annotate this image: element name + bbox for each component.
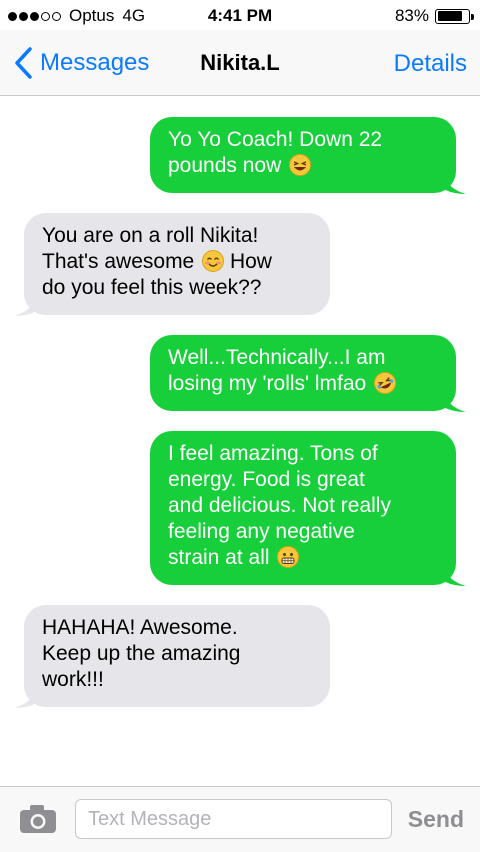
message-line: Keep up the amazing: [42, 642, 241, 665]
camera-button[interactable]: [18, 803, 58, 835]
message-line: HAHAHA! Awesome.: [42, 616, 238, 639]
message-line: That's awesome How: [42, 249, 312, 275]
back-button-label: Messages: [40, 49, 150, 76]
carrier-name: Optus: [69, 6, 115, 25]
signal-dot: [52, 11, 61, 21]
bubble-tail: [14, 290, 38, 316]
smiling-face-emoji: [202, 250, 225, 272]
message-thread[interactable]: Yo Yo Coach! Down 22 pounds now You are …: [0, 96, 480, 786]
signal-dot: [41, 11, 50, 21]
battery-tip: [471, 13, 474, 20]
outgoing-message-bubble[interactable]: Well...Technically...I am losing my 'rol…: [150, 335, 466, 412]
message-line: You are on a roll Nikita!: [42, 224, 259, 247]
send-button[interactable]: Send: [408, 806, 464, 833]
camera-icon: [20, 805, 56, 833]
message-line-text: strain at all: [168, 546, 270, 569]
signal-dot: [8, 11, 17, 21]
message-input-bar: Send: [0, 786, 480, 852]
message-line: feeling any negative: [168, 520, 355, 543]
message-line: do you feel this week??: [42, 276, 262, 299]
message-line: strain at all: [168, 545, 438, 571]
incoming-message-bubble[interactable]: You are on a roll Nikita! That's awesome…: [14, 213, 330, 316]
grimacing-face-emoji: [277, 546, 300, 568]
bubble-tail: [442, 386, 466, 412]
message-line-text: That's awesome: [42, 250, 195, 273]
text-message-input[interactable]: [75, 799, 392, 839]
bubble-tail: [14, 682, 38, 708]
battery-percent: 83%: [394, 6, 429, 25]
message-line: I feel amazing. Tons of: [168, 442, 378, 465]
network-type: 4G: [122, 6, 146, 25]
navigation-bar: Messages Nikita.L Details: [0, 30, 480, 96]
details-button[interactable]: Details: [394, 50, 467, 78]
chevron-left-icon: [15, 47, 32, 79]
message-line: Well...Technically...I am: [168, 346, 386, 369]
message-line-text: pounds now: [168, 154, 282, 177]
outgoing-message-bubble[interactable]: I feel amazing. Tons of energy. Food is …: [150, 431, 466, 586]
signal-strength-icon: [8, 11, 63, 21]
message-line: Yo Yo Coach! Down 22: [168, 128, 383, 151]
laughing-face-emoji: [289, 154, 312, 176]
status-right: 83%: [394, 6, 474, 26]
message-line-text: How: [229, 250, 272, 273]
message-line: and delicious. Not really: [168, 494, 391, 517]
rolling-on-floor-laughing-emoji: [370, 368, 400, 398]
status-left: Optus 4G: [8, 6, 145, 26]
message-line: pounds now: [168, 153, 438, 179]
message-line: energy. Food is great: [168, 468, 365, 491]
signal-dot: [19, 11, 28, 21]
status-bar: Optus 4G 4:41 PM 83%: [0, 0, 480, 30]
bubble-tail: [442, 168, 466, 194]
signal-dot: [30, 11, 39, 21]
battery-icon: [435, 8, 474, 24]
bubble-tail: [442, 560, 466, 586]
message-line: losing my 'rolls' lmfao: [168, 368, 438, 398]
incoming-message-bubble[interactable]: HAHAHA! Awesome. Keep up the amazing wor…: [14, 605, 330, 708]
battery-level: [437, 11, 463, 21]
message-line: work!!!: [42, 668, 104, 691]
back-button[interactable]: Messages: [12, 46, 149, 80]
message-line-text: losing my 'rolls' lmfao: [168, 372, 367, 395]
outgoing-message-bubble[interactable]: Yo Yo Coach! Down 22 pounds now: [150, 117, 466, 194]
